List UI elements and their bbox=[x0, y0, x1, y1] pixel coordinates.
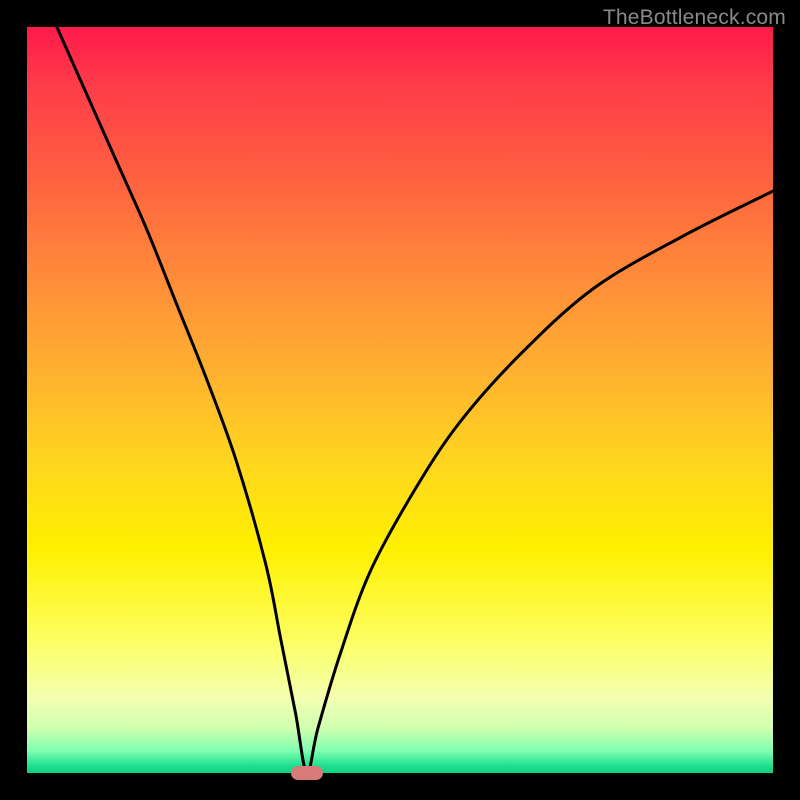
optimal-point-marker bbox=[291, 766, 323, 780]
plot-area bbox=[27, 27, 773, 773]
watermark-text: TheBottleneck.com bbox=[603, 6, 786, 30]
curve-svg bbox=[27, 27, 773, 773]
chart-frame: TheBottleneck.com bbox=[0, 0, 800, 800]
bottleneck-curve bbox=[57, 27, 773, 773]
